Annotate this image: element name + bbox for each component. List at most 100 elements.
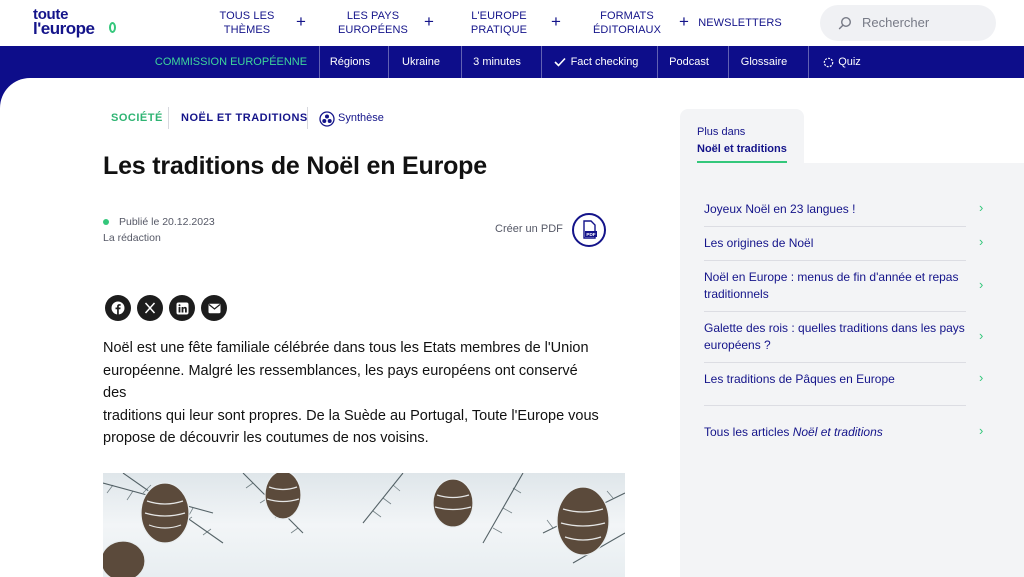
lead-line: européenne. Malgré les ressemblances, le… (103, 362, 578, 402)
subnav-commission-europeenne[interactable]: COMMISSION EUROPÉENNE (150, 46, 312, 78)
sidebar-link-paques[interactable]: Les traditions de Pâques en Europe (704, 371, 966, 388)
email-icon (208, 303, 220, 313)
secondary-nav: COMMISSION EUROPÉENNE Régions Ukraine 3 … (0, 46, 1024, 78)
divider (168, 107, 169, 129)
chevron-right-icon: › (979, 200, 984, 215)
hero-image (103, 473, 625, 577)
sidebar-links-panel: Joyeux Noël en 23 langues ! › Les origin… (680, 163, 1024, 577)
share-linkedin-button[interactable] (169, 295, 195, 321)
subnav-label: Glossaire (740, 56, 788, 68)
sidebar-link-label: Joyeux Noël en 23 langues ! (704, 202, 856, 216)
subnav-label: Régions (329, 56, 371, 68)
chevron-right-icon: › (979, 328, 984, 343)
check-icon (553, 57, 566, 67)
share-facebook-button[interactable] (105, 295, 131, 321)
create-pdf-button[interactable]: PDF (572, 213, 606, 247)
sidebar-tab-label: Plus dans (697, 126, 746, 138)
subnav-fact-checking[interactable]: Fact checking (542, 46, 650, 78)
subnav-label: Podcast (669, 56, 709, 68)
subnav-quiz[interactable]: Quiz (812, 46, 872, 78)
subnav-label: Ukraine (402, 56, 440, 68)
pdf-icon-label: PDF (586, 232, 595, 237)
plus-icon[interactable]: + (424, 13, 434, 30)
subnav-podcast[interactable]: Podcast (658, 46, 720, 78)
article-lead: Noël est une fête familiale célébrée dan… (103, 337, 603, 450)
subnav-label: Quiz (838, 56, 861, 68)
sidebar-link-origines-noel[interactable]: Les origines de Noël (704, 235, 966, 252)
nav-label: L'EUROPE (471, 10, 527, 22)
nav-formats-editoriaux[interactable]: FORMATS ÉDITORIAUX (592, 0, 662, 46)
nav-label: LES PAYS (346, 10, 400, 22)
sidebar-tab-topic: Noël et traditions (697, 143, 787, 155)
tag-societe[interactable]: SOCIÉTÉ (111, 112, 163, 124)
nav-label: TOUS LES THÈMES (219, 10, 275, 36)
sidebar-tab[interactable]: Plus dans Noël et traditions (680, 109, 804, 164)
chevron-right-icon: › (979, 234, 984, 249)
nav-newsletters[interactable]: NEWSLETTERS (698, 0, 782, 46)
sidebar-link-menus-fin-annee[interactable]: Noël en Europe : menus de fin d'année et… (704, 269, 966, 303)
divider (704, 362, 966, 363)
nav-label: FORMATS (600, 10, 654, 22)
divider (808, 46, 809, 78)
x-icon (144, 302, 156, 314)
site-header: toute l'europe TOUS LES THÈMES + LES PAY… (0, 0, 1024, 46)
publish-date: Publié le 20.12.2023 (119, 216, 215, 228)
chevron-right-icon: › (979, 277, 984, 292)
synthese-icon (319, 111, 335, 127)
search-icon (838, 16, 852, 30)
all-articles-prefix: Tous les articles (704, 425, 793, 439)
nav-tous-les-themes[interactable]: TOUS LES THÈMES (200, 0, 294, 46)
facebook-icon (111, 301, 125, 315)
tag-synthese[interactable]: Synthèse (338, 112, 384, 124)
sidebar-link-galette-des-rois[interactable]: Galette des rois : quelles traditions da… (704, 320, 966, 354)
share-email-button[interactable] (201, 295, 227, 321)
subnav-glossaire[interactable]: Glossaire (729, 46, 799, 78)
lead-line: traditions qui leur sont propres. De la … (103, 407, 599, 424)
search-input[interactable]: Rechercher (820, 5, 996, 41)
subnav-label: Fact checking (570, 56, 639, 68)
nav-label: NEWSLETTERS (698, 17, 782, 29)
nav-pays-europeens[interactable]: LES PAYS EUROPÉENS (338, 0, 408, 46)
subnav-ukraine[interactable]: Ukraine (389, 46, 453, 78)
sidebar-link-label: Les origines de Noël (704, 236, 814, 250)
page-title: Les traditions de Noël en Europe (103, 152, 487, 180)
sidebar-link-label: européens ? (704, 338, 771, 352)
linkedin-icon (176, 302, 188, 314)
nav-europe-pratique[interactable]: L'EUROPE PRATIQUE (466, 0, 532, 46)
quiz-icon (823, 57, 834, 67)
subnav-3-minutes[interactable]: 3 minutes (462, 46, 532, 78)
subnav-label: 3 minutes (473, 56, 521, 68)
divider (704, 226, 966, 227)
content-corner (0, 78, 40, 108)
all-articles-topic: Noël et traditions (792, 425, 883, 439)
search-placeholder: Rechercher (862, 15, 930, 30)
divider (704, 405, 966, 406)
pdf-icon: PDF (583, 220, 597, 239)
nav-label: EUROPÉENS (338, 24, 408, 36)
subnav-regions[interactable]: Régions (320, 46, 380, 78)
sidebar: Plus dans Noël et traditions Joyeux Noël… (680, 109, 1024, 577)
divider (307, 107, 308, 129)
chevron-right-icon: › (979, 423, 984, 438)
site-logo[interactable]: toute l'europe (33, 7, 117, 39)
plus-icon[interactable]: + (551, 13, 561, 30)
share-x-button[interactable] (137, 295, 163, 321)
plus-icon[interactable]: + (679, 13, 689, 30)
sidebar-link-label: Galette des rois : quelles traditions da… (704, 321, 965, 335)
logo-mark-icon (109, 22, 116, 33)
logo-line-2: l'europe (33, 19, 95, 38)
sidebar-link-label: Noël en Europe : menus de fin d'année et… (704, 270, 959, 284)
sidebar-link-all-articles[interactable]: Tous les articles Noël et traditions (704, 424, 966, 441)
subnav-label: COMMISSION EUROPÉENNE (154, 56, 308, 68)
sidebar-link-joyeux-noel[interactable]: Joyeux Noël en 23 langues ! (704, 201, 966, 218)
create-pdf-label[interactable]: Créer un PDF (495, 223, 563, 235)
divider (704, 260, 966, 261)
sidebar-link-label: Les traditions de Pâques en Europe (704, 372, 895, 386)
nav-label: PRATIQUE (470, 24, 528, 36)
pine-cones-illustration (103, 473, 625, 577)
status-dot (103, 219, 109, 225)
plus-icon[interactable]: + (296, 13, 306, 30)
chevron-right-icon: › (979, 370, 984, 385)
lead-line: Noël est une fête familiale célébrée dan… (103, 340, 589, 356)
tag-noel-et-traditions[interactable]: NOËL ET TRADITIONS (181, 112, 308, 124)
